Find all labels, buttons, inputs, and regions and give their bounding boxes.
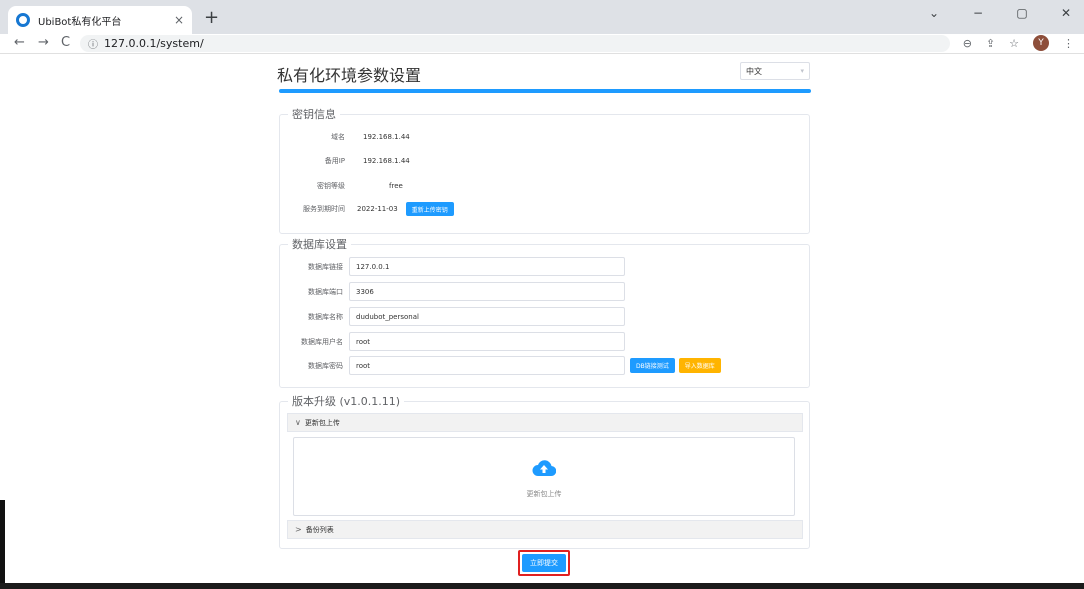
submit-highlight: 立即提交 xyxy=(518,550,570,576)
db-row-host: 数据库链接 127.0.0.1 xyxy=(281,257,625,276)
forward-arrow-icon[interactable]: → xyxy=(38,35,49,50)
back-arrow-icon[interactable]: ← xyxy=(14,35,25,50)
url-input[interactable]: ⓘ 127.0.0.1/system/ xyxy=(80,35,950,52)
new-tab-button[interactable]: + xyxy=(204,7,219,28)
field-label: 数据库密码 xyxy=(308,361,343,370)
db-row-password: 数据库密码 root DB链接测试 导入数据库 xyxy=(281,356,721,375)
window-controls: ⌄ − ▢ ✕ xyxy=(926,6,1074,20)
tab-title: UbiBot私有化平台 xyxy=(38,16,122,28)
key-row-level: 密钥等级 free xyxy=(283,181,403,191)
submit-button[interactable]: 立即提交 xyxy=(522,554,566,572)
ubibot-favicon-icon xyxy=(16,13,30,27)
address-bar-actions: ⊖ ⇪ ☆ Y ⋮ xyxy=(963,35,1074,51)
db-password-input[interactable]: root xyxy=(349,356,625,375)
upload-collapse-header[interactable]: ∨ 更新包上传 xyxy=(287,413,803,432)
field-value: 192.168.1.44 xyxy=(363,157,410,165)
maximize-button[interactable]: ▢ xyxy=(1014,6,1030,20)
profile-avatar[interactable]: Y xyxy=(1033,35,1049,51)
page-title: 私有化环境参数设置 xyxy=(277,66,422,85)
field-label: 数据库端口 xyxy=(308,287,343,296)
cloud-upload-icon xyxy=(532,460,556,477)
upload-section-title: 更新包上传 xyxy=(304,418,340,427)
minimize-button[interactable]: − xyxy=(970,6,986,20)
key-row-expiry: 服务到期时间 2022-11-03 重新上传密钥 xyxy=(283,202,454,216)
share-icon[interactable]: ⇪ xyxy=(986,37,995,50)
language-select[interactable]: 中文 ▾ xyxy=(740,62,810,80)
db-row-port: 数据库端口 3306 xyxy=(281,282,625,301)
zoom-icon[interactable]: ⊖ xyxy=(963,37,972,50)
field-value: free xyxy=(389,182,403,190)
browser-menu-icon[interactable]: ⋮ xyxy=(1063,37,1074,50)
field-label: 数据库用户名 xyxy=(301,337,343,346)
db-import-button[interactable]: 导入数据库 xyxy=(678,358,721,373)
upload-text: 更新包上传 xyxy=(526,490,562,498)
taskbar xyxy=(0,583,1084,589)
key-row-domain: 域名 192.168.1.44 xyxy=(283,132,410,142)
tab-close-icon[interactable]: × xyxy=(174,13,184,27)
db-test-button[interactable]: DB链接测试 xyxy=(630,358,675,373)
upload-dropzone[interactable]: 更新包上传 xyxy=(293,437,795,516)
chevron-down-icon: ▾ xyxy=(800,67,804,75)
field-value: 2022-11-03 xyxy=(357,205,398,213)
title-underline xyxy=(279,89,811,93)
close-window-button[interactable]: ✕ xyxy=(1058,6,1074,20)
upgrade-legend: 版本升级 (v1.0.1.11) xyxy=(292,395,401,408)
field-label: 数据库链接 xyxy=(308,262,343,271)
tab-search-icon[interactable]: ⌄ xyxy=(926,6,942,20)
site-info-icon[interactable]: ⓘ xyxy=(88,36,98,51)
background-window-edge xyxy=(0,500,5,583)
backup-section-title: 备份列表 xyxy=(305,525,334,534)
chevron-down-icon: ∨ xyxy=(295,418,301,427)
key-info-legend: 密钥信息 xyxy=(292,108,336,121)
bookmark-star-icon[interactable]: ☆ xyxy=(1009,37,1019,50)
backup-collapse-header[interactable]: > 备份列表 xyxy=(287,520,803,539)
db-name-input[interactable]: dudubot_personal xyxy=(349,307,625,326)
browser-tab-strip: UbiBot私有化平台 × + ⌄ − ▢ ✕ xyxy=(0,0,1084,34)
language-value: 中文 xyxy=(746,66,762,76)
db-host-input[interactable]: 127.0.0.1 xyxy=(349,257,625,276)
field-label: 数据库名称 xyxy=(308,312,343,321)
reload-icon[interactable]: C xyxy=(61,35,70,50)
db-user-input[interactable]: root xyxy=(349,332,625,351)
address-bar-row: ← → C ⓘ 127.0.0.1/system/ ⊖ ⇪ ☆ Y ⋮ xyxy=(0,34,1084,54)
field-label: 服务到期时间 xyxy=(303,205,345,213)
field-value: 192.168.1.44 xyxy=(363,133,410,141)
field-label: 域名 xyxy=(331,133,345,141)
db-row-name: 数据库名称 dudubot_personal xyxy=(281,307,625,326)
key-row-backup-ip: 备用IP 192.168.1.44 xyxy=(283,156,410,166)
db-port-input[interactable]: 3306 xyxy=(349,282,625,301)
db-row-user: 数据库用户名 root xyxy=(281,332,625,351)
url-text: 127.0.0.1/system/ xyxy=(104,37,204,50)
field-label: 密钥等级 xyxy=(317,182,345,190)
field-label: 备用IP xyxy=(324,157,345,165)
reupload-key-button[interactable]: 重新上传密钥 xyxy=(405,202,454,216)
chevron-right-icon: > xyxy=(295,525,302,534)
browser-tab[interactable]: UbiBot私有化平台 × xyxy=(8,6,192,34)
database-legend: 数据库设置 xyxy=(292,238,347,251)
